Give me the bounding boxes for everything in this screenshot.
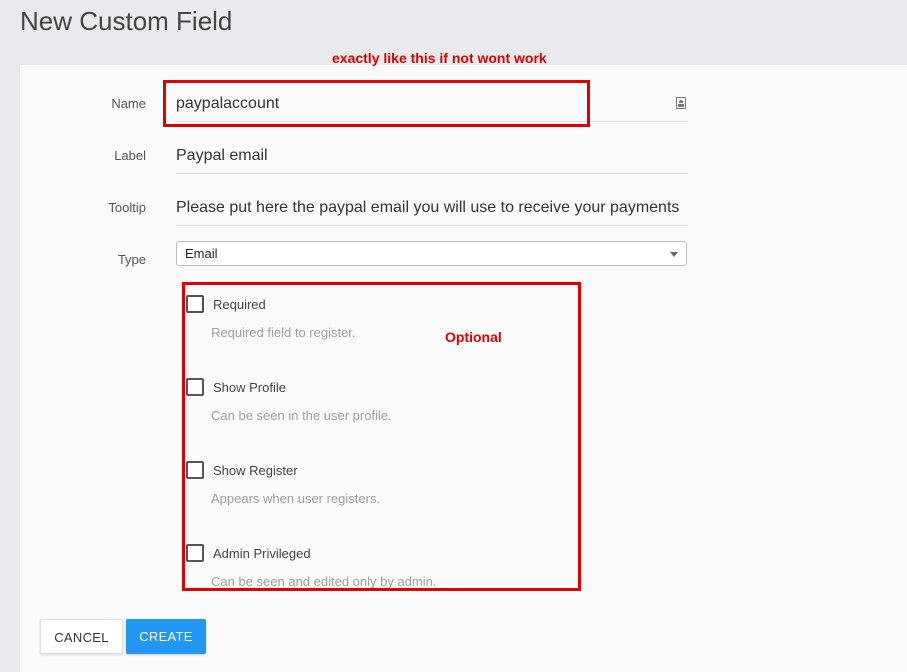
type-label: Type [117, 252, 146, 267]
required-checkbox[interactable] [186, 295, 204, 313]
admin-privileged-label[interactable]: Admin Privileged [213, 546, 311, 561]
show-register-checkbox[interactable] [186, 461, 204, 479]
show-register-label[interactable]: Show Register [213, 463, 298, 478]
annotation-note: exactly like this if not wont work [332, 50, 547, 66]
name-label: Name [111, 96, 146, 111]
tooltip-field-row [176, 191, 688, 226]
type-select[interactable]: Email [176, 241, 687, 266]
admin-privileged-hint: Can be seen and edited only by admin. [211, 574, 437, 589]
cancel-button[interactable]: CANCEL [40, 619, 123, 654]
tooltip-input[interactable] [176, 191, 688, 225]
show-profile-label[interactable]: Show Profile [213, 380, 286, 395]
label-input[interactable] [176, 139, 656, 173]
label-field-row [176, 139, 688, 174]
show-profile-hint: Can be seen in the user profile. [211, 408, 392, 423]
page-title: New Custom Field [20, 6, 233, 36]
label-field-label: Label [114, 148, 146, 163]
contact-card-icon[interactable] [676, 97, 686, 109]
create-button[interactable]: CREATE [126, 619, 206, 654]
type-select-value: Email [185, 246, 218, 261]
name-input[interactable] [176, 87, 656, 121]
dropdown-arrow-icon [670, 252, 678, 257]
tooltip-label: Tooltip [108, 200, 146, 215]
admin-privileged-checkbox[interactable] [186, 544, 204, 562]
show-profile-checkbox[interactable] [186, 378, 204, 396]
required-label[interactable]: Required [213, 297, 266, 312]
annotation-optional: Optional [445, 329, 502, 345]
required-hint: Required field to register. [211, 325, 356, 340]
show-register-hint: Appears when user registers. [211, 491, 381, 506]
name-field-row [176, 87, 688, 122]
